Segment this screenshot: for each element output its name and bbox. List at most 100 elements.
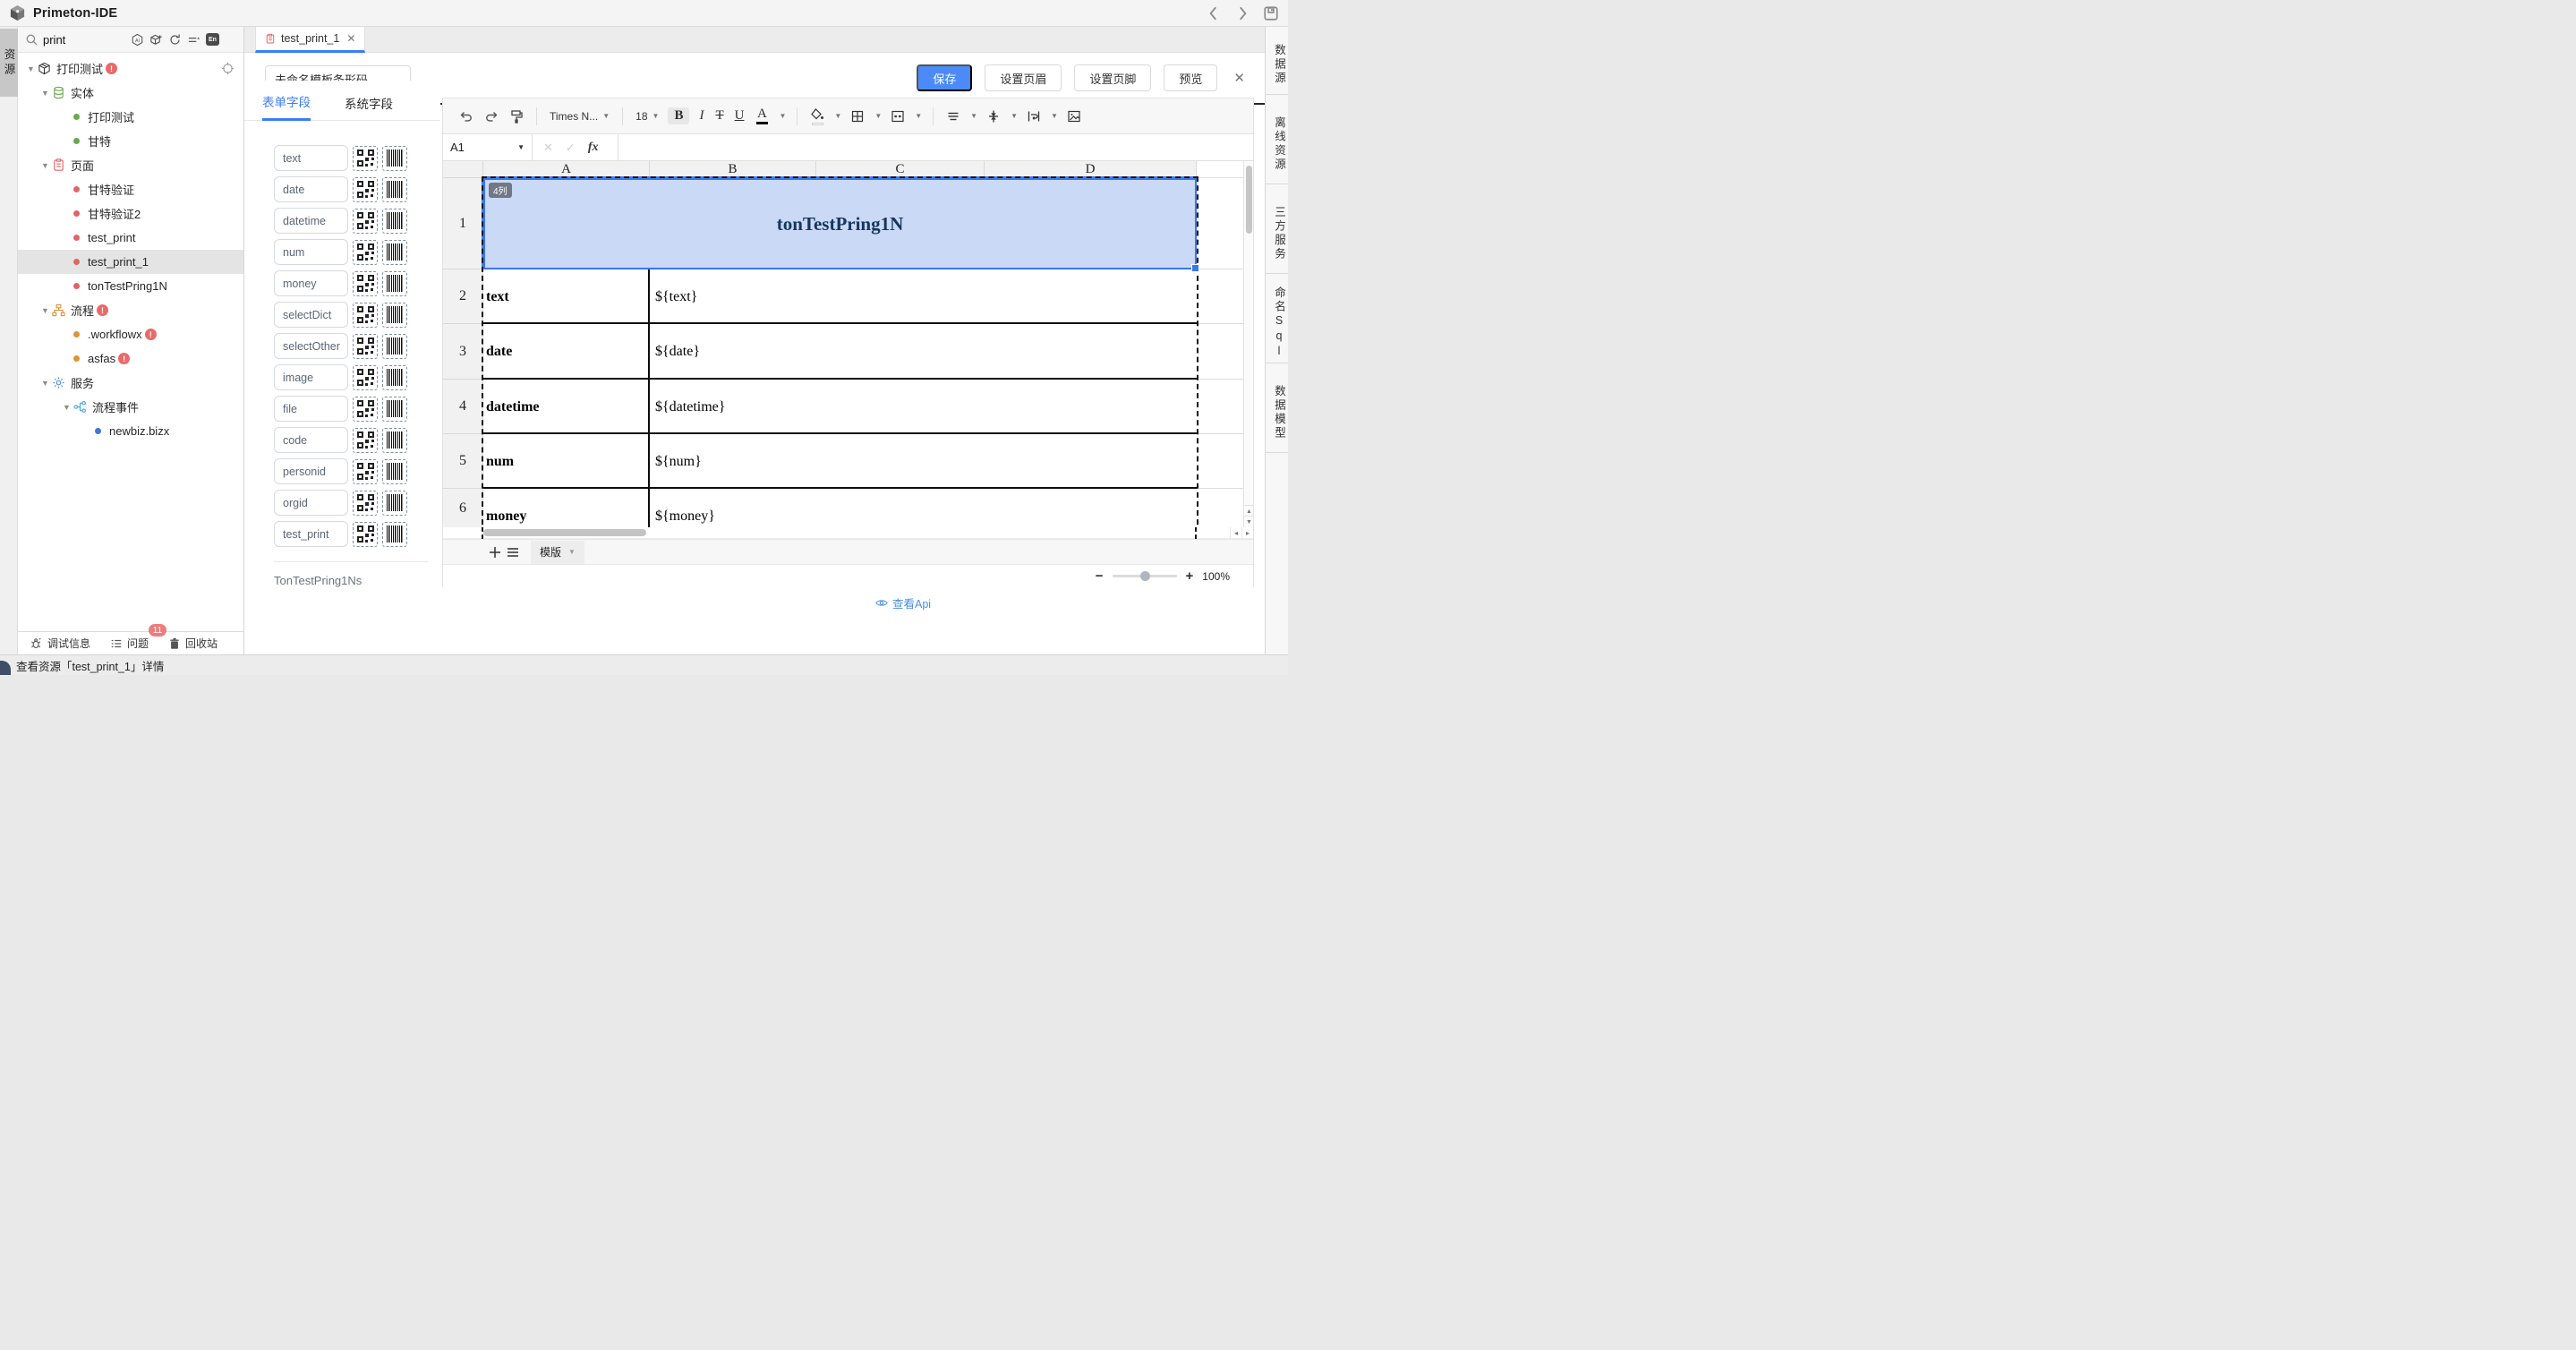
close-editor-icon[interactable]: ✕ — [1233, 70, 1245, 86]
sheet-list-icon[interactable] — [504, 543, 522, 561]
chevron-down-icon[interactable]: ▼ — [1051, 112, 1058, 120]
function-icon[interactable]: fx — [588, 141, 599, 155]
tree-item-entity[interactable]: 甘特 — [18, 129, 243, 153]
qr-code-button[interactable] — [353, 271, 378, 296]
chevron-down-icon[interactable]: ▼ — [41, 379, 52, 388]
vertical-scrollbar[interactable]: ▲ ▼ — [1243, 161, 1253, 527]
cell-label[interactable]: datetime — [486, 380, 645, 434]
qr-code-button[interactable] — [353, 365, 378, 390]
chevron-down-icon[interactable]: ▼ — [41, 89, 52, 98]
row-header-2[interactable]: 2 — [443, 269, 483, 324]
tree-item-service[interactable]: newbiz.bizx — [18, 419, 243, 443]
refresh-icon[interactable] — [168, 33, 182, 47]
tree-item-entities[interactable]: ▼ 实体 — [18, 81, 243, 105]
chevron-down-icon[interactable]: ▼ — [779, 112, 786, 120]
field-chip[interactable]: personid — [274, 458, 348, 484]
set-page-footer-button[interactable]: 设置页脚 — [1074, 64, 1151, 91]
cancel-entry-icon[interactable]: ✕ — [543, 141, 553, 155]
nav-forward-icon[interactable] — [1234, 5, 1250, 21]
scroll-down-icon[interactable]: ▼ — [1244, 516, 1253, 526]
locate-icon[interactable] — [221, 62, 235, 75]
barcode-button[interactable] — [382, 209, 407, 234]
field-chip[interactable]: money — [274, 270, 348, 296]
barcode-button[interactable] — [382, 428, 407, 453]
field-chip[interactable]: orgid — [274, 490, 348, 516]
chevron-down-icon[interactable]: ▼ — [834, 112, 841, 120]
editor-tab[interactable]: test_print_1 ✕ — [255, 27, 365, 53]
field-chip[interactable]: selectOther — [274, 333, 348, 359]
tree-item-entity[interactable]: 打印测试 — [18, 105, 243, 129]
field-chip[interactable]: text — [274, 145, 348, 171]
qr-code-button[interactable] — [353, 303, 378, 328]
vertical-align-button[interactable] — [985, 106, 1002, 127]
tree-item-page[interactable]: 甘特验证2 — [18, 201, 243, 226]
tree-item-pages[interactable]: ▼ 页面 — [18, 153, 243, 177]
add-sheet-icon[interactable] — [486, 543, 504, 561]
row-header-6[interactable]: 6 — [443, 489, 483, 527]
rail-tab-datasource[interactable]: 数据源 — [1266, 27, 1288, 95]
tree-item-page-selected[interactable]: test_print_1 — [18, 250, 243, 274]
qr-code-button[interactable] — [353, 459, 378, 484]
cell-label[interactable]: date — [486, 324, 645, 380]
sort-list-icon[interactable] — [187, 33, 200, 47]
chevron-down-icon[interactable]: ▼ — [1011, 112, 1018, 120]
cell-value[interactable]: ${num} — [655, 434, 1156, 489]
problems-button[interactable]: 问题 — [110, 636, 149, 651]
recycle-bin-button[interactable]: 回收站 — [168, 636, 218, 651]
strikethrough-button[interactable]: T — [713, 108, 725, 124]
field-chip[interactable]: datetime — [274, 208, 348, 234]
rail-tab-offline-resources[interactable]: 离线资源 — [1266, 95, 1288, 184]
grid-corner[interactable] — [443, 161, 483, 178]
scrollbar-thumb[interactable] — [483, 529, 646, 536]
tree-item-page[interactable]: tonTestPring1N — [18, 274, 243, 298]
zoom-slider-knob[interactable] — [1140, 571, 1150, 581]
cell-value[interactable]: ${datetime} — [655, 380, 1156, 434]
close-tab-icon[interactable]: ✕ — [346, 32, 355, 45]
set-page-header-button[interactable]: 设置页眉 — [985, 64, 1062, 91]
qr-code-button[interactable] — [353, 428, 378, 453]
cell-label[interactable]: text — [486, 269, 645, 324]
debug-info-button[interactable]: 调试信息 — [30, 636, 90, 651]
field-chip[interactable]: num — [274, 239, 348, 265]
qr-code-button[interactable] — [353, 177, 378, 202]
merge-cells-button[interactable] — [889, 106, 907, 127]
chevron-down-icon[interactable]: ▼ — [27, 64, 38, 73]
qr-code-button[interactable] — [353, 491, 378, 516]
barcode-button[interactable] — [382, 240, 407, 265]
format-painter-icon[interactable] — [508, 106, 525, 127]
chevron-down-icon[interactable]: ▼ — [915, 112, 922, 120]
horizontal-scrollbar[interactable]: ◂ ▸ — [443, 527, 1253, 539]
qr-code-button[interactable] — [353, 146, 378, 171]
field-chip[interactable]: date — [274, 176, 348, 202]
qr-code-button[interactable] — [353, 522, 378, 547]
tree-item-flows[interactable]: ▼ 流程 ! — [18, 298, 243, 322]
tab-form-fields[interactable]: 表单字段 — [262, 92, 311, 121]
barcode-button[interactable] — [382, 491, 407, 516]
row-header-3[interactable]: 3 — [443, 324, 483, 380]
formula-input[interactable] — [618, 134, 1253, 160]
save-button[interactable]: 保存 — [917, 64, 972, 91]
translate-icon[interactable]: En — [206, 33, 219, 47]
rail-tab-third-party-services[interactable]: 三方服务 — [1266, 184, 1288, 274]
barcode-button[interactable] — [382, 334, 407, 359]
chevron-down-icon[interactable]: ▼ — [41, 306, 52, 315]
row-header-5[interactable]: 5 — [443, 434, 483, 489]
barcode-button[interactable] — [382, 271, 407, 296]
insert-image-button[interactable] — [1065, 106, 1083, 127]
qr-code-button[interactable] — [353, 240, 378, 265]
field-chip[interactable]: file — [274, 396, 348, 422]
barcode-button[interactable] — [382, 177, 407, 202]
font-color-button[interactable]: A — [753, 106, 771, 127]
ai-assistant-icon[interactable]: AI — [131, 33, 144, 47]
barcode-button[interactable] — [382, 522, 407, 547]
field-chip[interactable]: code — [274, 427, 348, 453]
selected-merged-cell[interactable]: tonTestPring1N — [483, 178, 1197, 269]
barcode-button[interactable] — [382, 146, 407, 171]
chevron-down-icon[interactable]: ▼ — [41, 161, 52, 170]
field-chip[interactable]: selectDict — [274, 302, 348, 328]
text-wrap-button[interactable] — [1025, 106, 1043, 127]
qr-code-button[interactable] — [353, 397, 378, 422]
cell-name-box[interactable]: A1 ▼ — [443, 134, 533, 160]
rail-tab-data-model[interactable]: 数据模型 — [1266, 363, 1288, 453]
save-file-icon[interactable] — [1263, 5, 1279, 21]
